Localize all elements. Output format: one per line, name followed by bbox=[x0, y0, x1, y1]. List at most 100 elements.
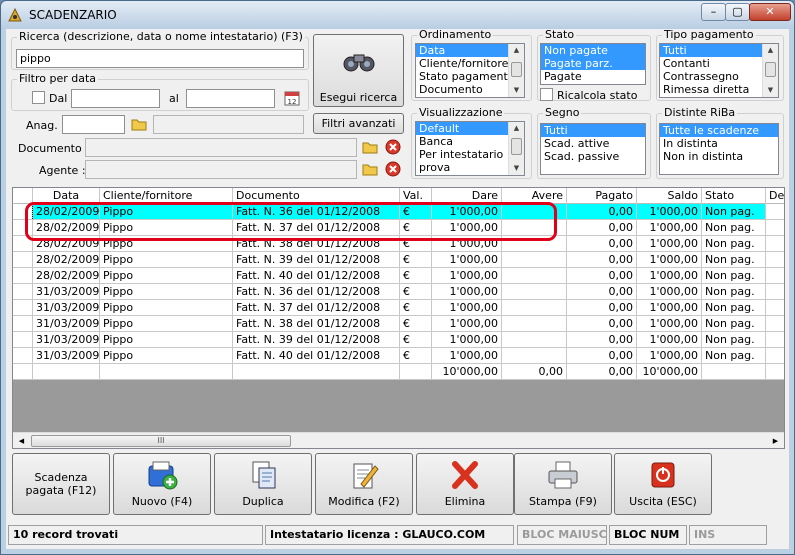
table-cell[interactable]: 1'000,00 bbox=[637, 332, 702, 348]
table-cell[interactable]: Pippo bbox=[100, 316, 233, 332]
table-cell[interactable] bbox=[766, 300, 784, 316]
table-cell[interactable] bbox=[33, 364, 100, 380]
table-cell[interactable] bbox=[502, 332, 567, 348]
scroll-thumb[interactable]: III bbox=[31, 435, 291, 447]
table-cell[interactable] bbox=[766, 332, 784, 348]
table-cell[interactable]: 1'000,00 bbox=[432, 284, 502, 300]
list-item[interactable]: Tutte le scadenze bbox=[660, 124, 778, 137]
table-cell[interactable]: 1'000,00 bbox=[637, 220, 702, 236]
minimize-button[interactable]: – bbox=[701, 3, 726, 21]
stampa-button[interactable]: Stampa (F9) bbox=[514, 453, 612, 515]
table-cell[interactable]: Pippo bbox=[100, 252, 233, 268]
list-item[interactable]: Non in distinta bbox=[660, 150, 778, 163]
table-cell[interactable]: 31/03/2009 bbox=[33, 316, 100, 332]
table-cell[interactable] bbox=[100, 364, 233, 380]
list-item[interactable]: Pagate parz. bbox=[541, 57, 645, 70]
list-item[interactable]: Rimessa diretta bbox=[660, 83, 778, 96]
folder-icon[interactable] bbox=[361, 138, 379, 156]
scroll-up-icon[interactable]: ▲ bbox=[509, 44, 524, 57]
table-cell[interactable]: 0,00 bbox=[567, 252, 637, 268]
date-from-input[interactable] bbox=[71, 89, 160, 108]
table-cell[interactable]: 0,00 bbox=[567, 364, 637, 380]
scroll-up-icon[interactable]: ▲ bbox=[763, 44, 778, 57]
table-cell[interactable]: 0,00 bbox=[502, 364, 567, 380]
table-cell[interactable]: Pippo bbox=[100, 348, 233, 364]
tipo-pagamento-list[interactable]: Tutti Contanti Contrassegno Rimessa dire… bbox=[659, 43, 779, 98]
table-cell[interactable] bbox=[502, 316, 567, 332]
row-indicator[interactable] bbox=[13, 348, 33, 364]
search-input[interactable]: pippo bbox=[16, 49, 304, 68]
table-cell[interactable]: Non pag. bbox=[702, 204, 766, 220]
list-item[interactable]: Scad. passive bbox=[541, 150, 645, 163]
maximize-button[interactable]: ▢ bbox=[725, 3, 750, 21]
table-cell[interactable]: 1'000,00 bbox=[637, 316, 702, 332]
folder-icon[interactable] bbox=[130, 115, 148, 133]
table-cell[interactable] bbox=[502, 348, 567, 364]
table-cell[interactable]: Fatt. N. 38 del 01/12/2008 bbox=[233, 316, 400, 332]
table-cell[interactable]: 0,00 bbox=[567, 204, 637, 220]
recalc-checkbox[interactable] bbox=[540, 88, 553, 101]
table-cell[interactable]: 1'000,00 bbox=[637, 268, 702, 284]
table-cell[interactable]: 0,00 bbox=[567, 300, 637, 316]
table-cell[interactable] bbox=[766, 316, 784, 332]
scroll-down-icon[interactable]: ▼ bbox=[509, 84, 524, 97]
table-cell[interactable]: 1'000,00 bbox=[432, 332, 502, 348]
table-cell[interactable]: Fatt. N. 37 del 01/12/2008 bbox=[233, 300, 400, 316]
scroll-down-icon[interactable]: ▼ bbox=[763, 84, 778, 97]
clear-icon[interactable] bbox=[384, 160, 402, 178]
table-row[interactable]: 31/03/2009 Pippo Fatt. N. 37 del 01/12/200… bbox=[13, 300, 784, 316]
table-cell[interactable]: 0,00 bbox=[567, 316, 637, 332]
list-item[interactable]: In distinta bbox=[660, 137, 778, 150]
column-header[interactable]: De bbox=[766, 188, 784, 204]
row-indicator[interactable] bbox=[13, 300, 33, 316]
scadenza-pagata-button[interactable]: Scadenza pagata (F12) bbox=[12, 453, 110, 515]
table-cell[interactable]: 1'000,00 bbox=[637, 348, 702, 364]
table-cell[interactable]: Pippo bbox=[100, 284, 233, 300]
table-cell[interactable]: 0,00 bbox=[567, 220, 637, 236]
advanced-filters-button[interactable]: Filtri avanzati bbox=[313, 113, 404, 134]
scroll-thumb[interactable] bbox=[765, 62, 776, 77]
list-item[interactable]: Contanti bbox=[660, 57, 778, 70]
table-cell[interactable]: 1'000,00 bbox=[637, 300, 702, 316]
table-cell[interactable]: € bbox=[400, 252, 432, 268]
execute-search-button[interactable]: Esegui ricerca bbox=[313, 34, 404, 107]
table-cell[interactable]: € bbox=[400, 348, 432, 364]
column-header[interactable]: Saldo bbox=[637, 188, 702, 204]
scroll-thumb[interactable] bbox=[511, 62, 522, 77]
totals-row[interactable]: 10'000,00 0,00 0,00 10'000,00 bbox=[13, 364, 784, 380]
table-cell[interactable]: 31/03/2009 bbox=[33, 300, 100, 316]
table-cell[interactable]: Non pag. bbox=[702, 348, 766, 364]
table-row[interactable]: 28/02/2009 Pippo Fatt. N. 40 del 01/12/200… bbox=[13, 268, 784, 284]
row-indicator[interactable] bbox=[13, 284, 33, 300]
folder-icon[interactable] bbox=[361, 160, 379, 178]
elimina-button[interactable]: Elimina bbox=[416, 453, 514, 515]
table-cell[interactable]: Pippo bbox=[100, 332, 233, 348]
table-cell[interactable] bbox=[766, 348, 784, 364]
scroll-down-icon[interactable]: ▼ bbox=[509, 162, 524, 175]
table-cell[interactable] bbox=[502, 300, 567, 316]
table-row[interactable]: 28/02/2009 Pippo Fatt. N. 39 del 01/12/200… bbox=[13, 252, 784, 268]
table-cell[interactable] bbox=[766, 364, 784, 380]
title-bar[interactable]: SCADENZARIO – ▢ ✕ bbox=[1, 1, 794, 29]
table-cell[interactable]: € bbox=[400, 332, 432, 348]
scrollbar[interactable]: ▲ ▼ bbox=[508, 122, 524, 175]
table-cell[interactable]: 1'000,00 bbox=[432, 316, 502, 332]
table-cell[interactable]: € bbox=[400, 284, 432, 300]
table-cell[interactable]: 1'000,00 bbox=[637, 236, 702, 252]
table-cell[interactable]: Non pag. bbox=[702, 284, 766, 300]
table-cell[interactable] bbox=[766, 236, 784, 252]
table-cell[interactable]: 1'000,00 bbox=[637, 252, 702, 268]
scroll-up-icon[interactable]: ▲ bbox=[509, 122, 524, 135]
visualizzazione-list[interactable]: Default Banca Per intestatario prova ▲ ▼ bbox=[415, 121, 525, 176]
table-cell[interactable]: € bbox=[400, 268, 432, 284]
row-indicator[interactable] bbox=[13, 268, 33, 284]
table-cell[interactable]: 10'000,00 bbox=[637, 364, 702, 380]
list-item[interactable]: Non pagate bbox=[541, 44, 645, 57]
table-cell[interactable]: 0,00 bbox=[567, 236, 637, 252]
table-cell[interactable]: 1'000,00 bbox=[432, 300, 502, 316]
list-item[interactable]: Pagate bbox=[541, 70, 645, 83]
uscita-button[interactable]: Uscita (ESC) bbox=[614, 453, 712, 515]
duplica-button[interactable]: Duplica bbox=[214, 453, 312, 515]
column-header[interactable]: Pagato bbox=[567, 188, 637, 204]
row-indicator[interactable] bbox=[13, 316, 33, 332]
